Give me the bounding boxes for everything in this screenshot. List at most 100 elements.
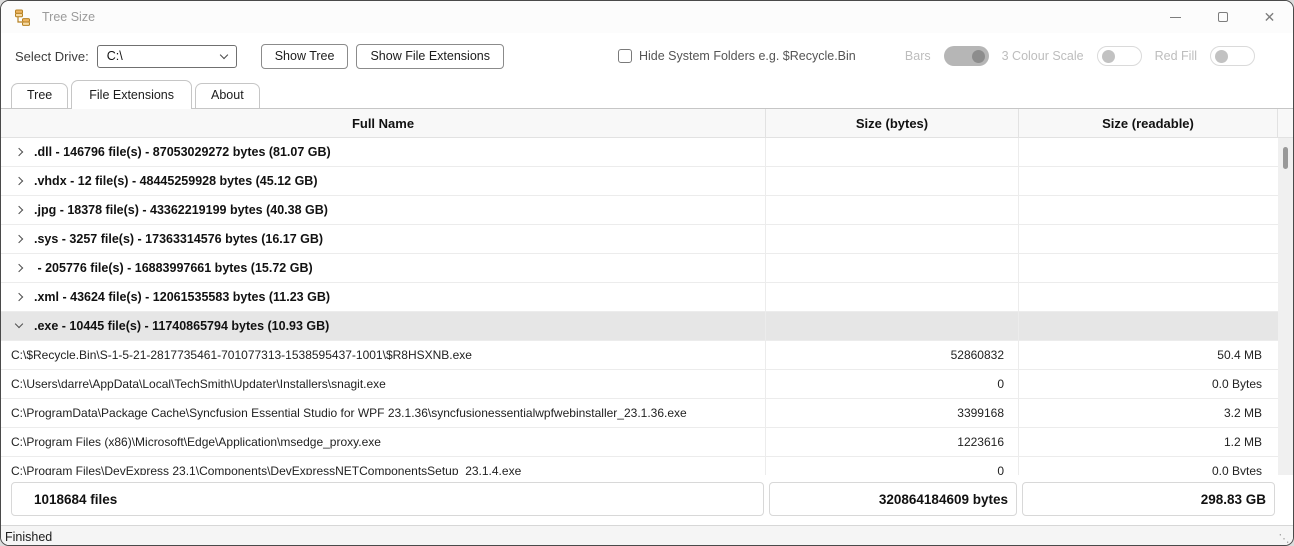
maximize-button[interactable] <box>1199 1 1246 33</box>
tab-tree[interactable]: Tree <box>11 83 68 108</box>
toggle-knob-icon <box>972 50 985 63</box>
header-gutter <box>1277 109 1293 138</box>
file-path-label: C:\ProgramData\Package Cache\Syncfusion … <box>1 406 687 420</box>
toggle-knob-icon <box>1215 50 1228 63</box>
close-button[interactable]: ✕ <box>1246 1 1293 33</box>
size-bytes-cell <box>765 283 1018 311</box>
window-controls: ✕ <box>1152 1 1293 33</box>
table-row[interactable]: .dll - 146796 file(s) - 87053029272 byte… <box>1 138 1293 167</box>
table-row[interactable]: .jpg - 18378 file(s) - 43362219199 bytes… <box>1 196 1293 225</box>
tab-about[interactable]: About <box>195 83 260 108</box>
chevron-right-icon[interactable] <box>15 148 23 156</box>
file-path-label: C:\Program Files (x86)\Microsoft\Edge\Ap… <box>1 435 381 449</box>
resize-grip-icon[interactable] <box>1277 532 1291 546</box>
select-drive-label: Select Drive: <box>15 49 89 64</box>
window-title: Tree Size <box>42 10 95 24</box>
size-readable-cell <box>1018 138 1277 166</box>
file-path-label: C:\$Recycle.Bin\S-1-5-21-2817735461-7010… <box>1 348 472 362</box>
table-row[interactable]: .vhdx - 12 file(s) - 48445259928 bytes (… <box>1 167 1293 196</box>
table-body: .dll - 146796 file(s) - 87053029272 byte… <box>1 138 1293 475</box>
minimize-button[interactable] <box>1152 1 1199 33</box>
table-row-selected[interactable]: .exe - 10445 file(s) - 11740865794 bytes… <box>1 312 1293 341</box>
maximize-icon <box>1218 12 1228 22</box>
table-row[interactable]: - 205776 file(s) - 16883997661 bytes (15… <box>1 254 1293 283</box>
colour-scale-toggle[interactable] <box>1097 46 1142 66</box>
size-readable-cell <box>1018 196 1277 224</box>
toggle-knob-icon <box>1102 50 1115 63</box>
extension-group-label: - 205776 file(s) - 16883997661 bytes (15… <box>34 261 313 275</box>
minimize-icon <box>1170 17 1181 18</box>
size-readable-cell: 0.0 Bytes <box>1018 457 1277 475</box>
red-fill-toggle-label: Red Fill <box>1155 49 1197 63</box>
chevron-right-icon[interactable] <box>15 177 23 185</box>
tree-size-window: Tree Size ✕ Select Drive: C:\ Show Tree … <box>0 0 1294 546</box>
table-header: Full Name Size (bytes) Size (readable) <box>1 109 1293 138</box>
chevron-down-icon <box>219 50 227 58</box>
size-bytes-cell: 0 <box>765 370 1018 398</box>
chevron-right-icon[interactable] <box>15 264 23 272</box>
size-bytes-cell: 1223616 <box>765 428 1018 456</box>
drive-select[interactable]: C:\ <box>97 45 237 68</box>
checkbox-icon <box>618 49 632 63</box>
size-bytes-cell <box>765 312 1018 340</box>
extension-group-label: .vhdx - 12 file(s) - 48445259928 bytes (… <box>34 174 317 188</box>
tree-size-app-icon <box>14 9 31 26</box>
vertical-scrollbar[interactable] <box>1278 138 1293 475</box>
tab-file-extensions[interactable]: File Extensions <box>71 80 192 109</box>
size-readable-cell: 0.0 Bytes <box>1018 370 1277 398</box>
hide-system-folders-label: Hide System Folders e.g. $Recycle.Bin <box>639 49 856 63</box>
tabbar: Tree File Extensions About <box>1 79 1293 109</box>
size-bytes-cell <box>765 225 1018 253</box>
total-bytes-box: 320864184609 bytes <box>769 482 1017 516</box>
red-fill-toggle[interactable] <box>1210 46 1255 66</box>
table-row[interactable]: .sys - 3257 file(s) - 17363314576 bytes … <box>1 225 1293 254</box>
table-row[interactable]: C:\Program Files (x86)\Microsoft\Edge\Ap… <box>1 428 1293 457</box>
extension-group-label: .jpg - 18378 file(s) - 43362219199 bytes… <box>34 203 328 217</box>
chevron-right-icon[interactable] <box>15 293 23 301</box>
size-bytes-cell <box>765 138 1018 166</box>
chevron-right-icon[interactable] <box>15 206 23 214</box>
column-header-size-bytes[interactable]: Size (bytes) <box>765 109 1018 138</box>
display-toggles: Bars 3 Colour Scale Red Fill <box>905 46 1279 66</box>
extension-group-label: .exe - 10445 file(s) - 11740865794 bytes… <box>34 319 329 333</box>
table-row[interactable]: C:\$Recycle.Bin\S-1-5-21-2817735461-7010… <box>1 341 1293 370</box>
size-readable-cell <box>1018 283 1277 311</box>
size-readable-cell: 3.2 MB <box>1018 399 1277 427</box>
extension-group-label: .xml - 43624 file(s) - 12061535583 bytes… <box>34 290 330 304</box>
size-bytes-cell <box>765 254 1018 282</box>
size-readable-cell <box>1018 312 1277 340</box>
bars-toggle[interactable] <box>944 46 989 66</box>
summary-row: 1018684 files 320864184609 bytes 298.83 … <box>1 475 1293 525</box>
status-text: Finished <box>5 530 52 544</box>
size-readable-cell: 50.4 MB <box>1018 341 1277 369</box>
table-row[interactable]: C:\Program Files\DevExpress 23.1\Compone… <box>1 457 1293 475</box>
extension-group-label: .dll - 146796 file(s) - 87053029272 byte… <box>34 145 331 159</box>
total-readable-box: 298.83 GB <box>1022 482 1275 516</box>
statusbar: Finished <box>1 525 1293 546</box>
table-row[interactable]: C:\ProgramData\Package Cache\Syncfusion … <box>1 399 1293 428</box>
table-row[interactable]: C:\Users\darre\AppData\Local\TechSmith\U… <box>1 370 1293 399</box>
size-readable-cell <box>1018 167 1277 195</box>
column-header-full-name[interactable]: Full Name <box>1 109 765 138</box>
show-file-extensions-button[interactable]: Show File Extensions <box>356 44 504 69</box>
file-path-label: C:\Users\darre\AppData\Local\TechSmith\U… <box>1 377 386 391</box>
close-icon: ✕ <box>1264 10 1276 24</box>
drive-select-value: C:\ <box>107 49 123 63</box>
table-row[interactable]: .xml - 43624 file(s) - 12061535583 bytes… <box>1 283 1293 312</box>
titlebar[interactable]: Tree Size ✕ <box>1 1 1293 33</box>
chevron-down-icon[interactable] <box>15 320 23 328</box>
size-bytes-cell: 52860832 <box>765 341 1018 369</box>
size-readable-cell <box>1018 225 1277 253</box>
file-path-label: C:\Program Files\DevExpress 23.1\Compone… <box>1 464 521 475</box>
size-bytes-cell <box>765 167 1018 195</box>
size-readable-cell: 1.2 MB <box>1018 428 1277 456</box>
scrollbar-thumb[interactable] <box>1283 147 1288 169</box>
size-bytes-cell: 3399168 <box>765 399 1018 427</box>
show-tree-button[interactable]: Show Tree <box>261 44 349 69</box>
size-bytes-cell: 0 <box>765 457 1018 475</box>
total-files-box: 1018684 files <box>11 482 764 516</box>
hide-system-folders-checkbox[interactable]: Hide System Folders e.g. $Recycle.Bin <box>618 49 856 63</box>
chevron-right-icon[interactable] <box>15 235 23 243</box>
file-extensions-table: Full Name Size (bytes) Size (readable) .… <box>1 109 1293 475</box>
column-header-size-readable[interactable]: Size (readable) <box>1018 109 1277 138</box>
